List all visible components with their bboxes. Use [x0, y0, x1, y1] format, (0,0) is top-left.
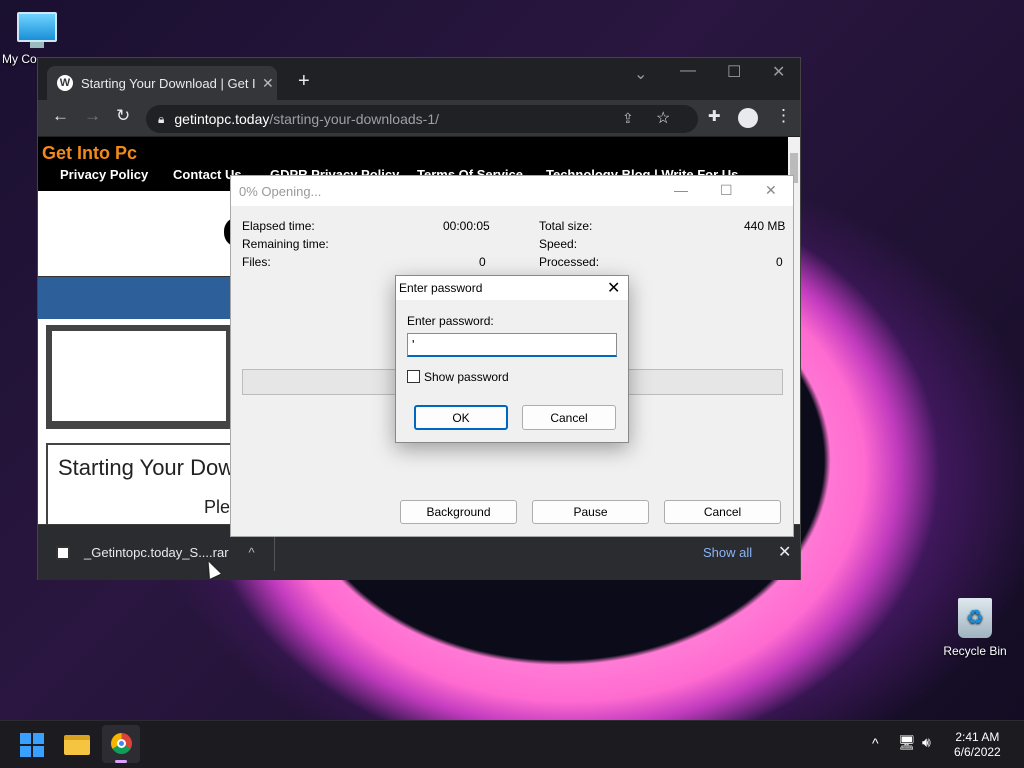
tab-title: Starting Your Download | Get Into [81, 75, 256, 91]
forward-arrow-icon[interactable]: → [84, 106, 101, 126]
download-file-name: _Getintopc.today_S....rar [84, 545, 229, 560]
lock-icon: 🔒︎ [158, 111, 165, 126]
desktop-icon-recycle-bin[interactable]: ♻ Recycle Bin [940, 598, 1010, 658]
speed-label: Speed: [539, 237, 578, 251]
total-size-label: Total size: [539, 219, 593, 233]
taskbar: ^ 🖥︎ 🔊︎ 2:41 AM 6/6/2022 [0, 720, 1024, 768]
files-label: Files: [242, 255, 271, 269]
clock-time: 2:41 AM [955, 730, 1000, 744]
new-tab-button[interactable]: + [298, 70, 310, 93]
files-value: 0 [479, 255, 486, 269]
elapsed-label: Elapsed time: [242, 219, 315, 233]
windows-start-icon[interactable] [20, 733, 44, 757]
pause-button[interactable]: Pause [532, 500, 649, 524]
page-heading: Starting Your Down [58, 455, 232, 480]
nav-link-privacy[interactable]: Privacy Policy [60, 167, 148, 182]
show-password-checkbox[interactable] [407, 370, 420, 383]
volume-icon[interactable]: 🔊︎ [922, 734, 931, 751]
blue-bar [38, 277, 238, 319]
url-path: /starting-your-downloads-1/ [269, 111, 439, 127]
monitor-icon [17, 12, 57, 42]
tab-search-icon[interactable]: ⌄ [634, 64, 647, 84]
chevron-up-icon[interactable]: ^ [872, 735, 879, 751]
show-password-label[interactable]: Show password [424, 370, 509, 384]
password-input[interactable]: ' [407, 333, 617, 357]
page-subtext: Ple [204, 497, 231, 517]
site-banner [38, 191, 238, 277]
background-button[interactable]: Background [400, 500, 517, 524]
cancel-button[interactable]: Cancel [664, 500, 781, 524]
chrome-taskbar-button[interactable] [102, 725, 140, 763]
chevron-up-icon[interactable]: ^ [249, 545, 255, 560]
browser-tab[interactable]: W Starting Your Download | Get Into ✕ [47, 66, 277, 100]
elapsed-value: 00:00:05 [443, 219, 490, 233]
maximize-button[interactable]: ☐ [727, 62, 741, 82]
file-explorer-icon[interactable] [64, 735, 90, 755]
back-arrow-icon[interactable]: ← [52, 106, 69, 126]
password-dialog: Enter password ✕ Enter password: ' Show … [395, 275, 629, 443]
ok-button[interactable]: OK [414, 405, 508, 430]
close-icon[interactable]: ✕ [607, 278, 620, 298]
rar-window-title: 0% Opening... [231, 176, 793, 206]
processed-value: 0 [776, 255, 783, 269]
maximize-button[interactable]: ☐ [720, 182, 733, 199]
close-download-shelf-icon[interactable]: ✕ [778, 542, 791, 562]
page-heading-box: Starting Your Down Ple [46, 443, 232, 524]
system-clock[interactable]: 2:41 AM 6/6/2022 [954, 730, 1001, 760]
password-field-label: Enter password: [407, 314, 494, 328]
network-icon[interactable]: 🖥︎ [898, 734, 916, 751]
download-item[interactable]: _Getintopc.today_S....rar ^ [56, 545, 255, 560]
total-size-value: 440 MB [744, 219, 786, 233]
wordpress-icon: W [57, 75, 73, 91]
cancel-button[interactable]: Cancel [522, 405, 616, 430]
star-icon[interactable]: ☆ [656, 108, 670, 128]
close-tab-icon[interactable]: ✕ [262, 75, 274, 92]
chrome-icon [111, 733, 132, 754]
clock-date: 6/6/2022 [954, 745, 1001, 759]
address-bar[interactable]: 🔒︎ getintopc.today /starting-your-downlo… [146, 105, 698, 133]
minimize-button[interactable]: — [680, 62, 696, 80]
share-icon[interactable]: ⇪ [622, 110, 634, 127]
remaining-label: Remaining time: [242, 237, 329, 251]
reload-icon[interactable]: ↻ [116, 106, 130, 126]
browser-toolbar: ← → ↻ 🔒︎ getintopc.today /starting-your-… [38, 100, 800, 136]
desktop-icon-label: Recycle Bin [943, 644, 1007, 658]
processed-label: Processed: [539, 255, 600, 269]
ad-box [46, 325, 232, 429]
extensions-icon[interactable]: ✚ [708, 107, 721, 125]
show-all-link[interactable]: Show all [703, 545, 752, 560]
dialog-title: Enter password [396, 276, 628, 300]
url-domain: getintopc.today [174, 111, 270, 127]
profile-avatar-icon[interactable] [738, 108, 758, 128]
minimize-button[interactable]: — [674, 182, 688, 198]
recycle-bin-icon: ♻ [958, 598, 992, 638]
menu-kebab-icon[interactable]: ⋮ [775, 106, 792, 126]
close-window-button[interactable]: ✕ [765, 182, 777, 199]
site-title[interactable]: Get Into Pc [42, 143, 137, 164]
rar-file-icon [56, 545, 70, 560]
close-window-button[interactable]: ✕ [772, 62, 785, 82]
